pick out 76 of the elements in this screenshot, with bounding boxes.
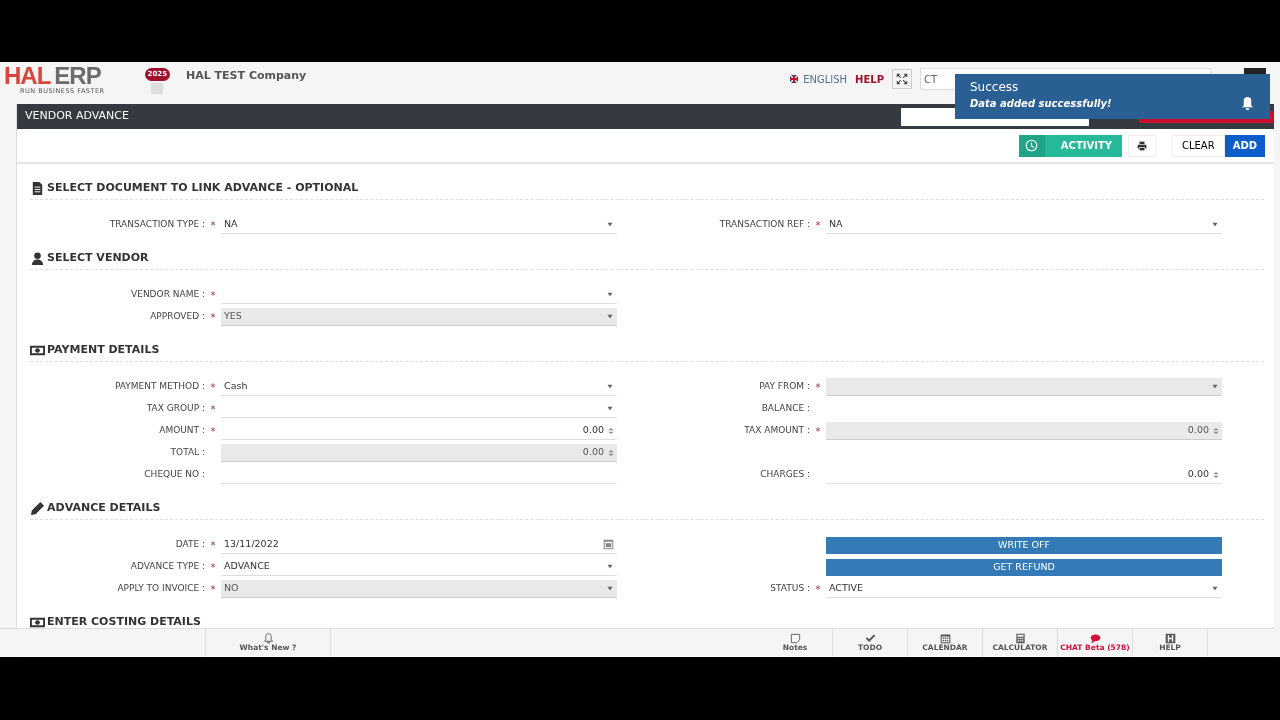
fullscreen-button[interactable] [892,69,912,89]
field-label: TRANSACTION TYPE : [108,218,205,232]
required-mark: * [209,538,217,553]
date-field[interactable]: 13/11/2022 [221,536,617,554]
add-button[interactable]: ADD [1224,134,1265,157]
caret-icon [606,314,614,319]
document-icon [30,181,45,196]
required-mark: * [209,288,217,303]
field-label: TAX AMOUNT : [743,424,810,438]
caret-icon [606,384,614,389]
toast-message: Data added successfully! [970,97,1113,111]
clock-icon [1025,139,1039,152]
field-label: DATE : [174,538,205,552]
field-label: PAY FROM : [758,380,810,394]
toast-title: Success [970,79,1020,96]
caret-icon [606,586,614,591]
caret-icon [606,406,614,411]
section-title: SELECT DOCUMENT TO LINK ADVANCE - OPTIONAL [47,180,359,197]
logo-text: HAL [4,62,51,89]
required-mark: * [814,582,822,597]
help-icon [1164,633,1176,645]
required-mark: * [814,424,822,439]
caret-icon [1211,222,1219,227]
required-mark: * [209,582,217,597]
section-title: PAYMENT DETAILS [47,342,160,359]
caret-icon [1211,384,1219,389]
calculator-icon [1014,633,1026,645]
person-icon [30,251,45,266]
field-label: TAX GROUP : [145,402,205,416]
language-dropdown[interactable]: ENGLISH [789,71,848,87]
chat-icon [1089,633,1101,645]
field-label: ADVANCE TYPE : [129,560,205,574]
caret-icon [606,292,614,297]
required-mark: * [814,218,822,233]
required-mark: * [209,310,217,325]
page-title: VENDOR ADVANCE [25,108,129,125]
field-label: BALANCE : [760,402,810,416]
required-mark: * [209,218,217,233]
action-button[interactable]: WRITE OFF [826,536,1222,554]
help-dropdown[interactable]: HELP [855,71,884,87]
field-label: STATUS : [769,582,810,596]
required-mark: * [209,424,217,439]
company-name: HAL TEST Company [186,68,307,84]
caret-icon [606,564,614,569]
section-title: ADVANCE DETAILS [47,500,161,517]
check-icon [864,633,876,645]
pencil-icon [30,501,45,516]
logo-text: ERP [54,62,101,89]
field-label: AMOUNT : [158,424,205,438]
print-button[interactable] [1128,134,1156,157]
field-label: APPROVED : [149,310,205,324]
clear-button[interactable]: CLEAR [1172,134,1225,157]
section-title: SELECT VENDOR [47,250,149,267]
field-label: CHEQUE NO : [143,468,205,482]
field-label: APPLY TO INVOICE : [116,582,205,596]
required-mark: * [814,380,822,395]
action-button[interactable]: GET REFUND [826,558,1222,576]
expand-icon [896,73,908,85]
flag-icon [789,75,800,83]
required-mark: * [209,560,217,575]
field-label: TOTAL : [169,446,205,460]
banknote-icon [30,615,45,630]
note-icon [789,633,801,645]
bell-icon [1240,96,1255,111]
required-mark: * [209,402,217,417]
caret-icon [606,222,614,227]
print-icon [1137,140,1147,151]
field-label: CHARGES : [759,468,810,482]
field-label: PAYMENT METHOD : [114,380,205,394]
field-label: VENDOR NAME : [130,288,205,302]
required-mark: * [209,380,217,395]
section-title: ENTER COSTING DETAILS [47,614,201,631]
field-label: TRANSACTION REF : [718,218,810,232]
caret-icon [1211,586,1219,591]
bell-icon [262,633,274,645]
banknote-icon [30,343,45,358]
